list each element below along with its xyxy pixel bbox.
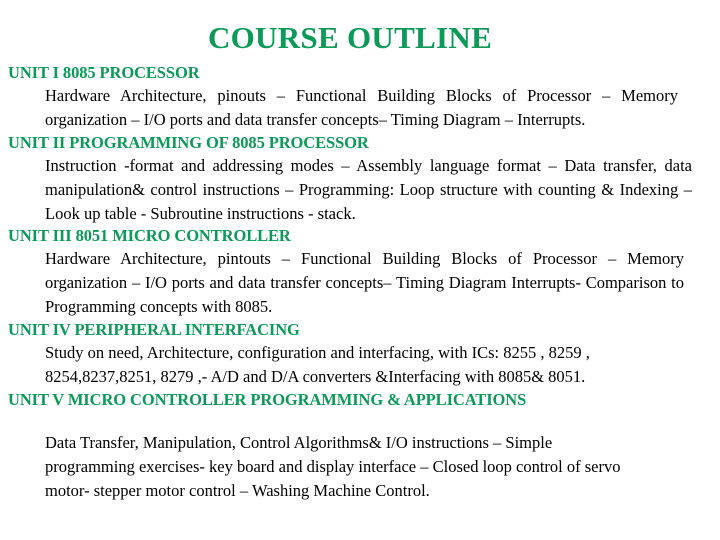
unit-heading-3: UNIT III 8051 MICRO CONTROLLER	[8, 226, 291, 246]
unit-body-3: Hardware Architecture, pintouts – Functi…	[45, 249, 684, 317]
unit-heading-1: UNIT I 8085 PROCESSOR	[8, 63, 200, 82]
unit-heading-2: UNIT II PROGRAMMING OF 8085 PROCESSOR	[8, 132, 369, 152]
course-outline-content: UNIT I 8085 PROCESSOR Hardware Architect…	[8, 62, 698, 503]
unit-heading-4: UNIT IV PERIPHERAL INTERFACING	[8, 320, 300, 340]
slide-canvas: COURSE OUTLINE UNIT I 8085 PROCESSOR Har…	[0, 0, 720, 540]
unit-heading-5: UNIT V MICRO CONTROLLER PROGRAMMING & AP…	[8, 389, 527, 409]
unit-body-2: Instruction -format and addressing modes…	[45, 155, 692, 223]
unit-body-4: Study on need, Architecture, configurati…	[45, 343, 590, 387]
unit-body-1: Hardware Architecture, pinouts – Functio…	[45, 85, 678, 129]
unit-body-5: Data Transfer, Manipulation, Control Alg…	[45, 432, 621, 500]
page-title: COURSE OUTLINE	[207, 20, 493, 55]
